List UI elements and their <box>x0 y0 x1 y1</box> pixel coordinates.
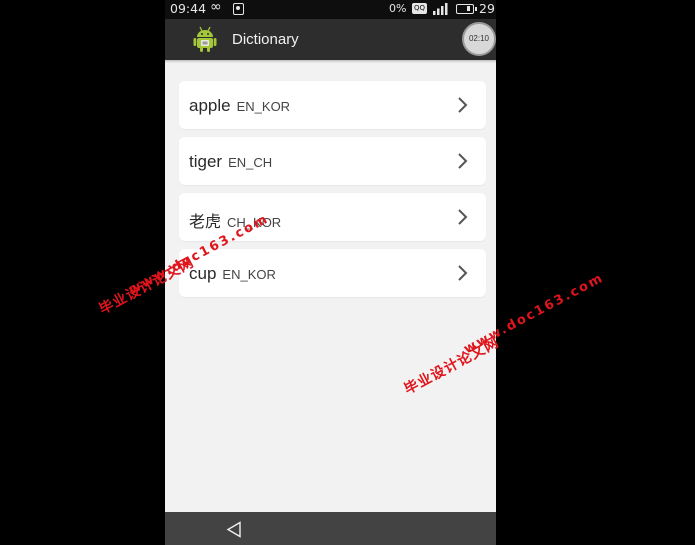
infinity-icon: ∞ <box>210 0 222 15</box>
notification-app-icon <box>233 3 244 15</box>
battery-icon <box>456 4 477 14</box>
chevron-right-icon <box>458 97 468 113</box>
data-percent: 0% <box>389 2 407 15</box>
chevron-right-icon <box>458 265 468 281</box>
list-item[interactable]: tiger EN_CH <box>179 137 486 185</box>
navigation-bar <box>165 512 496 545</box>
list-item[interactable]: cup EN_KOR <box>179 249 486 297</box>
phone-screen: 09:44 ∞ 0% QQ 29 Dictionary 02:10 apple … <box>165 0 496 545</box>
chevron-right-icon <box>458 153 468 169</box>
battery-level-text: 29 <box>479 1 495 16</box>
item-lang: EN_CH <box>228 155 273 170</box>
screenshot: 09:44 ∞ 0% QQ 29 Dictionary 02:10 apple … <box>0 0 695 545</box>
battery-level <box>467 6 470 11</box>
back-icon[interactable] <box>226 521 243 538</box>
item-text: tiger EN_CH <box>189 152 272 172</box>
chevron-right-icon <box>458 209 468 225</box>
timer-badge[interactable]: 02:10 <box>462 22 496 56</box>
list-item[interactable]: apple EN_KOR <box>179 81 486 129</box>
signal-icon <box>433 3 448 15</box>
status-bar: 09:44 ∞ 0% QQ 29 <box>165 0 496 19</box>
status-time: 09:44 <box>170 1 207 16</box>
item-lang: EN_KOR <box>222 267 276 282</box>
message-icon: QQ <box>412 3 427 14</box>
item-word: tiger <box>189 152 223 171</box>
word-list: apple EN_KOR tiger EN_CH 老虎 CH_KOR cup EN_KO… <box>179 81 486 305</box>
item-word: apple <box>189 96 231 115</box>
item-text: apple EN_KOR <box>189 96 290 116</box>
item-text: cup EN_KOR <box>189 264 276 284</box>
action-bar: Dictionary <box>165 19 496 63</box>
item-word: 老虎 <box>189 212 222 231</box>
item-lang: EN_KOR <box>236 99 291 114</box>
app-title: Dictionary <box>232 31 299 48</box>
android-robot-icon[interactable] <box>193 26 217 53</box>
